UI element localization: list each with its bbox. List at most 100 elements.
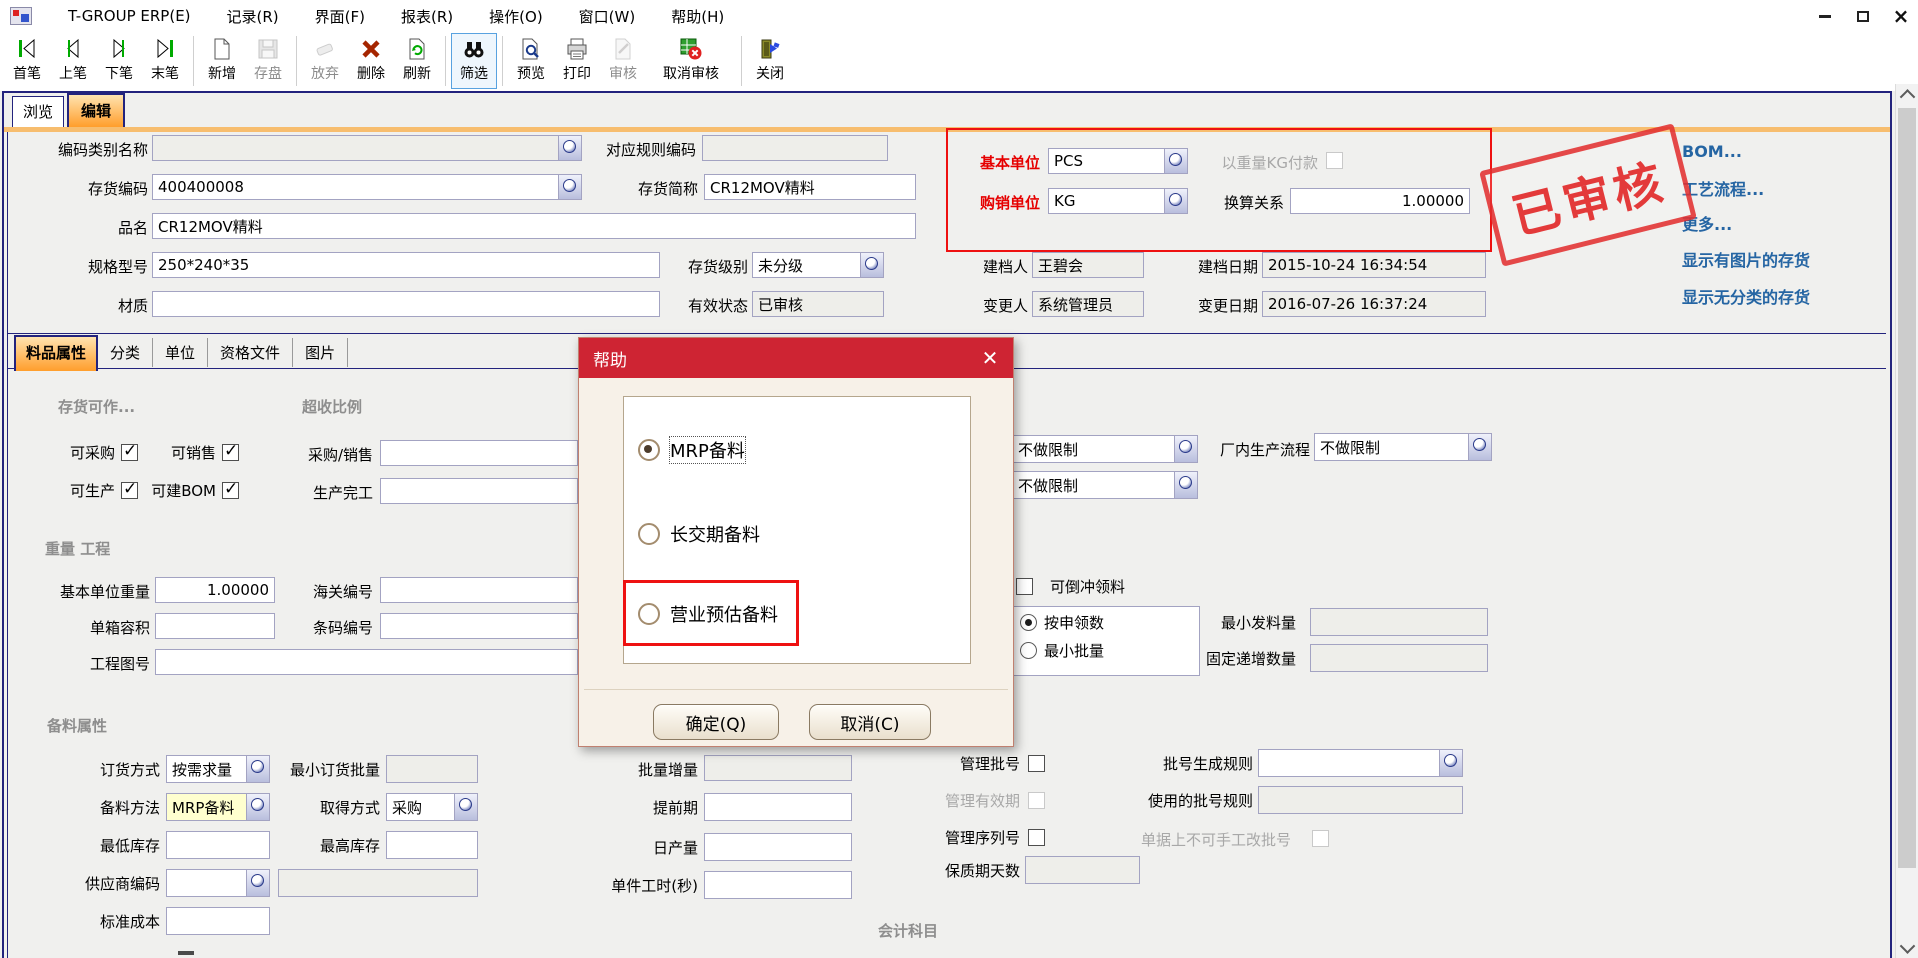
tab-qualification-files[interactable]: 资格文件 bbox=[208, 338, 293, 367]
minimize-button[interactable] bbox=[1814, 5, 1836, 27]
manage-serial-checkbox[interactable] bbox=[1028, 829, 1045, 846]
lookup-button[interactable] bbox=[246, 794, 269, 820]
lookup-button[interactable] bbox=[1174, 472, 1197, 498]
option-long-leadtime[interactable]: 长交期备料 bbox=[638, 521, 760, 547]
lookup-button[interactable] bbox=[1468, 434, 1491, 460]
purchasable-checkbox[interactable] bbox=[121, 444, 138, 461]
lookup-button[interactable] bbox=[1164, 149, 1187, 173]
lookup-button[interactable] bbox=[1174, 436, 1197, 462]
option-mrp[interactable]: MRP备料 bbox=[638, 437, 745, 463]
producible-checkbox[interactable] bbox=[121, 482, 138, 499]
tab-images[interactable]: 图片 bbox=[293, 338, 348, 367]
tab-browse[interactable]: 浏览 bbox=[12, 96, 64, 127]
close-form-button[interactable]: 关闭 bbox=[747, 33, 793, 89]
tab-material-props[interactable]: 料品属性 bbox=[14, 335, 98, 371]
help-dialog-titlebar[interactable]: 帮助 bbox=[579, 338, 1013, 378]
process-flow-link[interactable]: 工艺流程... bbox=[1682, 176, 1764, 200]
max-stock-field[interactable] bbox=[386, 831, 478, 859]
vertical-scrollbar[interactable] bbox=[1895, 84, 1918, 958]
factory-flow-field[interactable]: 不做限制 bbox=[1314, 433, 1492, 461]
menu-interface[interactable]: 界面(F) bbox=[315, 6, 365, 27]
conversion-field[interactable]: 1.00000 bbox=[1290, 188, 1470, 214]
production-done-field[interactable] bbox=[380, 478, 578, 504]
radio-icon[interactable] bbox=[638, 523, 660, 545]
base-unit-weight-field[interactable]: 1.00000 bbox=[155, 577, 275, 603]
menu-tgroup-erp[interactable]: T-GROUP ERP(E) bbox=[68, 7, 191, 25]
scrollbar-thumb[interactable] bbox=[1898, 108, 1916, 868]
acquire-mode-field[interactable]: 采购 bbox=[386, 793, 478, 821]
limit-a-field[interactable]: 不做限制 bbox=[1012, 435, 1198, 463]
lookup-button[interactable] bbox=[558, 136, 581, 160]
lookup-button[interactable] bbox=[860, 253, 883, 277]
manage-batch-checkbox[interactable] bbox=[1028, 755, 1045, 772]
lookup-button[interactable] bbox=[246, 756, 269, 782]
lookup-button[interactable] bbox=[1439, 750, 1462, 776]
used-batch-rule-label: 使用的批号规则 bbox=[1141, 788, 1253, 814]
tab-edit[interactable]: 编辑 bbox=[67, 93, 125, 127]
bom-allowed-checkbox[interactable] bbox=[222, 482, 239, 499]
order-mode-field[interactable]: 按需求量 bbox=[166, 755, 270, 783]
bom-link[interactable]: BOM... bbox=[1682, 142, 1742, 161]
preview-button[interactable]: 预览 bbox=[508, 33, 554, 89]
barcode-field[interactable] bbox=[380, 613, 578, 639]
tab-classification[interactable]: 分类 bbox=[98, 338, 153, 367]
dialog-close-button[interactable]: ✕ bbox=[977, 345, 1003, 371]
batch-rule-field[interactable] bbox=[1258, 749, 1463, 777]
lookup-button[interactable] bbox=[454, 794, 477, 820]
lead-time-field[interactable] bbox=[704, 793, 852, 821]
menu-window[interactable]: 窗口(W) bbox=[579, 6, 636, 27]
unit-work-seconds-field[interactable] bbox=[704, 871, 852, 899]
purchase-unit-field[interactable]: KG bbox=[1048, 188, 1188, 214]
item-short-name-field[interactable]: CR12MOV精料 bbox=[704, 174, 916, 200]
scroll-up-button[interactable] bbox=[1896, 84, 1918, 106]
limit-b-field[interactable]: 不做限制 bbox=[1012, 471, 1198, 499]
new-record-button[interactable]: 新增 bbox=[199, 33, 245, 89]
scroll-down-button[interactable] bbox=[1896, 936, 1918, 958]
next-record-button[interactable]: 下笔 bbox=[96, 33, 142, 89]
cancel-button[interactable]: 取消(C) bbox=[809, 704, 931, 740]
min-stock-field[interactable] bbox=[166, 831, 270, 859]
tab-units[interactable]: 单位 bbox=[153, 338, 208, 367]
box-volume-field[interactable] bbox=[155, 613, 275, 639]
spec-field[interactable]: 250*240*35 bbox=[152, 252, 660, 278]
filter-button[interactable]: 筛选 bbox=[451, 33, 497, 89]
first-record-button[interactable]: 首笔 bbox=[4, 33, 50, 89]
lookup-button[interactable] bbox=[558, 175, 581, 199]
used-batch-rule-field bbox=[1258, 786, 1463, 814]
drawing-no-field[interactable] bbox=[155, 649, 578, 675]
item-level-field[interactable]: 未分级 bbox=[752, 252, 884, 278]
supplier-code-field[interactable] bbox=[166, 869, 270, 897]
min-batch-radio[interactable] bbox=[1020, 642, 1037, 659]
prep-method-field[interactable]: MRP备料 bbox=[166, 793, 270, 821]
menu-help[interactable]: 帮助(H) bbox=[671, 6, 724, 27]
item-code-field[interactable]: 400400008 bbox=[152, 174, 582, 200]
refresh-button[interactable]: 刷新 bbox=[394, 33, 440, 89]
purchase-sale-field[interactable] bbox=[380, 440, 578, 466]
last-record-button[interactable]: 末笔 bbox=[142, 33, 188, 89]
sellable-checkbox[interactable] bbox=[222, 444, 239, 461]
code-category-field[interactable] bbox=[152, 135, 582, 161]
menu-record[interactable]: 记录(R) bbox=[227, 6, 279, 27]
menu-report[interactable]: 报表(R) bbox=[401, 6, 453, 27]
lookup-button[interactable] bbox=[1164, 189, 1187, 213]
restore-button[interactable] bbox=[1852, 5, 1874, 27]
print-button[interactable]: 打印 bbox=[554, 33, 600, 89]
menu-operation[interactable]: 操作(O) bbox=[489, 6, 543, 27]
customs-code-field[interactable] bbox=[380, 577, 578, 603]
delete-button[interactable]: 删除 bbox=[348, 33, 394, 89]
prev-record-button[interactable]: 上笔 bbox=[50, 33, 96, 89]
material-field[interactable] bbox=[152, 291, 660, 317]
cancel-audit-button[interactable]: 取消审核 bbox=[646, 33, 736, 89]
daily-output-field[interactable] bbox=[704, 833, 852, 861]
by-request-radio[interactable] bbox=[1020, 614, 1037, 631]
backflush-checkbox[interactable] bbox=[1016, 578, 1033, 595]
std-cost-field[interactable] bbox=[166, 907, 270, 935]
lookup-button[interactable] bbox=[246, 870, 269, 896]
ok-button[interactable]: 确定(Q) bbox=[653, 704, 779, 740]
item-name-field[interactable]: CR12MOV精料 bbox=[152, 213, 916, 239]
show-with-images-link[interactable]: 显示有图片的存货 bbox=[1682, 247, 1810, 271]
close-button[interactable]: × bbox=[1890, 5, 1912, 27]
radio-selected-icon[interactable] bbox=[638, 439, 660, 461]
show-unclassified-link[interactable]: 显示无分类的存货 bbox=[1682, 284, 1810, 308]
base-unit-field[interactable]: PCS bbox=[1048, 148, 1188, 174]
